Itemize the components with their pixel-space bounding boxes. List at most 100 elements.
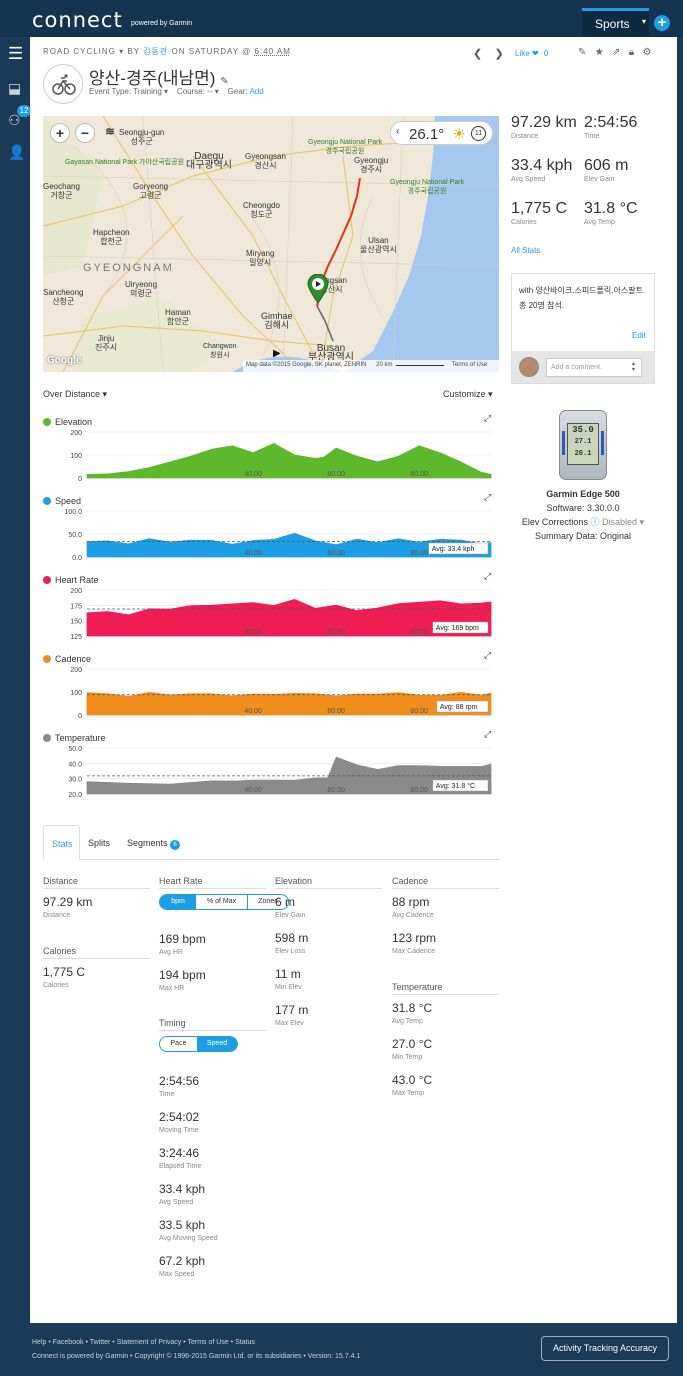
- map-city-label: Geochang 거창군: [43, 182, 80, 200]
- x-tick-label: 40.00: [244, 708, 262, 715]
- weather-widget[interactable]: ‹ 26.1° ☀ 11: [390, 121, 493, 145]
- menu-icon[interactable]: ☰: [8, 44, 23, 64]
- customize-charts-button[interactable]: Customize ▾: [443, 389, 493, 400]
- tab-splits[interactable]: Splits: [88, 825, 110, 860]
- x-tick-label: 40.00: [244, 787, 262, 794]
- hr-bpm-toggle[interactable]: bpm: [160, 895, 196, 909]
- chart-title: Heart Rate: [43, 575, 99, 585]
- weather-hour: 11: [474, 130, 483, 137]
- hr-percent-max-toggle[interactable]: % of Max: [196, 895, 248, 909]
- activity-type[interactable]: ROAD CYCLING: [43, 47, 116, 56]
- map-scale: 20 km: [376, 362, 393, 368]
- summary-elev-gain-value: 606 m: [584, 157, 629, 174]
- layers-icon[interactable]: ≋: [100, 123, 120, 143]
- footer-link[interactable]: Twitter: [90, 1339, 111, 1346]
- expand-chart-icon[interactable]: ⤢: [484, 571, 491, 582]
- chevron-down-icon[interactable]: ▾: [215, 87, 219, 96]
- elev-corrections-select[interactable]: Disabled: [602, 517, 637, 527]
- map-terms-link[interactable]: Terms of Use: [452, 362, 487, 368]
- zoom-out-button[interactable]: −: [75, 123, 95, 143]
- expand-chart-icon[interactable]: ⤢: [484, 413, 491, 424]
- chevron-down-icon[interactable]: ▾: [642, 17, 646, 26]
- chevron-down-icon[interactable]: ▾: [164, 87, 168, 96]
- footer-link[interactable]: Terms of Use: [188, 1339, 229, 1346]
- user-link[interactable]: 김동관: [143, 47, 168, 56]
- inbox-icon[interactable]: ⬓: [8, 80, 21, 97]
- side-nav: ☰ ⬓ ⚇ 12 👤: [0, 37, 31, 1337]
- like-button[interactable]: Like ❤ 0: [515, 49, 548, 58]
- device-screen-line: 35.0: [572, 425, 594, 435]
- chart-svg[interactable]: 50.0 40.0 30.0 20.0 40.00 60.00 80.00 Avg: 31.8…: [30, 745, 500, 807]
- connect-logo[interactable]: connect: [32, 8, 123, 32]
- footer-link[interactable]: Facebook: [53, 1339, 84, 1346]
- footer-link[interactable]: Status: [235, 1339, 255, 1346]
- legend-dot-icon: [43, 497, 51, 505]
- tab-segments[interactable]: Segments 6: [127, 825, 181, 860]
- sports-tab[interactable]: Sports: [582, 8, 649, 37]
- over-distance-select[interactable]: Over Distance ▾: [43, 389, 107, 400]
- gear-icon[interactable]: ⚙: [642, 47, 651, 58]
- add-button[interactable]: +: [654, 15, 670, 31]
- chevron-down-icon[interactable]: ▾: [640, 517, 645, 527]
- add-gear-link[interactable]: Add: [249, 87, 263, 96]
- chevron-left-icon[interactable]: ❮: [473, 48, 482, 60]
- avg-temp-value: 31.8 °C: [392, 1001, 433, 1015]
- comment-input[interactable]: Add a comment.: [546, 358, 642, 377]
- notification-badge: 12: [17, 105, 31, 117]
- x-tick-label: 60.00: [327, 708, 345, 715]
- chart-svg[interactable]: 100.0 50.0 0.0 40.00 60.00 80.00 Avg: 33.4 kph: [30, 508, 500, 570]
- tab-stats[interactable]: Stats: [43, 825, 80, 860]
- chart-svg[interactable]: 200 100 0 40.00 60.00 80.00 Avg: 88 rpm: [30, 666, 500, 728]
- edit-pencil-icon[interactable]: ✎: [220, 76, 228, 87]
- device-name: Garmin Edge 500: [546, 489, 620, 499]
- lock-icon[interactable]: 🔒︎: [629, 47, 634, 58]
- calories-label: Calories: [43, 982, 69, 989]
- activity-title[interactable]: 양산-경주(내남면) ✎: [89, 64, 229, 89]
- course-select[interactable]: --: [207, 87, 212, 96]
- expand-chart-icon[interactable]: ⤢: [484, 650, 491, 661]
- chart-title: Elevation: [43, 417, 92, 427]
- map-scale-bar: [396, 365, 445, 366]
- max-temp-value: 43.0 °C: [392, 1073, 433, 1087]
- expand-chart-icon[interactable]: ⤢: [484, 729, 491, 740]
- summary-speed-label: Avg Speed: [511, 176, 546, 183]
- edit-comment-link[interactable]: Edit: [632, 331, 646, 340]
- activity-map[interactable]: GYEONGNAM Seongju-gun 성주군 Daegu 대구광역시 Gyeo…: [43, 116, 499, 372]
- y-tick-label: 200: [70, 588, 82, 595]
- footer-link[interactable]: Help: [32, 1339, 46, 1346]
- summary-time-value: 2:54:56: [584, 114, 638, 131]
- expand-chart-icon[interactable]: ⤢: [484, 492, 491, 503]
- zoom-in-button[interactable]: +: [50, 123, 70, 143]
- activity-title-text[interactable]: 양산-경주(내남면): [89, 69, 215, 88]
- chart-svg[interactable]: 200 175 150 125 40.00 60.00 80.00 Avg: 169 bpm: [30, 587, 500, 649]
- chevron-left-icon[interactable]: ‹: [396, 126, 399, 137]
- chart-svg[interactable]: 200 100 0 40.00 60.00 80.00: [30, 429, 500, 491]
- segments-count-badge: 6: [170, 840, 181, 850]
- moving-time-value: 2:54:02: [159, 1110, 200, 1124]
- google-logo: Google: [47, 355, 82, 366]
- profile-icon[interactable]: 👤: [8, 144, 25, 161]
- avg-label: Avg: 169 bpm: [436, 625, 479, 632]
- map-marker-icon[interactable]: [307, 274, 329, 304]
- avg-hr-label: Avg HR: [159, 949, 183, 956]
- chart-title: Temperature: [43, 733, 106, 743]
- help-icon[interactable]: ⓘ: [590, 517, 599, 527]
- share-icon[interactable]: ⇗: [612, 47, 620, 58]
- heart-icon[interactable]: ❤: [532, 49, 539, 58]
- star-icon[interactable]: ★: [595, 47, 604, 58]
- bicycle-icon: [52, 74, 76, 95]
- chevron-right-icon[interactable]: ❯: [494, 48, 503, 60]
- elev-corrections-label: Elev Corrections: [521, 517, 588, 527]
- activity-tracking-accuracy-button[interactable]: Activity Tracking Accuracy: [541, 1336, 669, 1361]
- all-stats-link[interactable]: All Stats: [511, 246, 540, 255]
- pace-toggle[interactable]: Pace: [160, 1037, 197, 1051]
- device-side-trim: [601, 431, 604, 455]
- comment-stepper-icon[interactable]: ▴ ▾: [632, 361, 635, 373]
- like-label[interactable]: Like: [515, 49, 530, 58]
- edit-icon[interactable]: ✎: [578, 47, 586, 58]
- event-type-select[interactable]: Training: [133, 87, 162, 96]
- play-icon[interactable]: ▶: [273, 348, 281, 359]
- speed-toggle[interactable]: Speed: [197, 1037, 237, 1051]
- tab-segments-label[interactable]: Segments: [127, 838, 168, 848]
- footer-link[interactable]: Statement of Privacy: [117, 1339, 182, 1346]
